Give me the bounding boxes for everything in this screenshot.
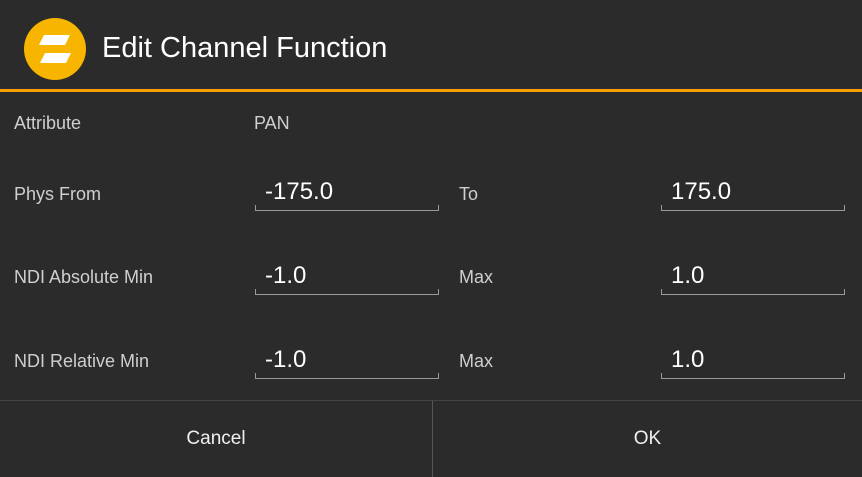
ok-button[interactable]: OK bbox=[433, 401, 862, 477]
attribute-value: PAN bbox=[254, 113, 290, 133]
ndi-absolute-min-value: -1.0 bbox=[265, 262, 307, 289]
phys-to-value: 175.0 bbox=[671, 178, 732, 205]
attribute-label: Attribute bbox=[14, 113, 82, 133]
dialog-title: Edit Channel Function bbox=[102, 32, 388, 64]
ndi-relative-min-input[interactable]: -1.0 bbox=[255, 343, 439, 379]
ndi-relative-max-input[interactable]: 1.0 bbox=[661, 343, 845, 379]
ndi-absolute-max-input[interactable]: 1.0 bbox=[661, 259, 845, 295]
ndi-absolute-min-label: NDI Absolute Min bbox=[14, 267, 154, 287]
ndi-relative-min-value: -1.0 bbox=[265, 346, 307, 373]
phys-from-input[interactable]: -175.0 bbox=[255, 175, 439, 211]
dialog-header: Edit Channel Function bbox=[0, 0, 862, 92]
app-logo-icon bbox=[24, 18, 86, 80]
ndi-absolute-max-label: Max bbox=[459, 267, 494, 287]
ndi-absolute-max-value: 1.0 bbox=[671, 262, 705, 289]
ndi-relative-max-value: 1.0 bbox=[671, 346, 705, 373]
ndi-absolute-min-input[interactable]: -1.0 bbox=[255, 259, 439, 295]
dialog-footer: Cancel OK bbox=[0, 400, 862, 477]
phys-to-label: To bbox=[459, 184, 479, 204]
cancel-button[interactable]: Cancel bbox=[0, 401, 432, 477]
phys-to-input[interactable]: 175.0 bbox=[661, 175, 845, 211]
ndi-relative-max-label: Max bbox=[459, 351, 494, 371]
edit-channel-function-dialog: Edit Channel Function Attribute PAN Phys… bbox=[0, 0, 862, 477]
phys-from-value: -175.0 bbox=[265, 178, 334, 205]
ndi-relative-min-label: NDI Relative Min bbox=[14, 351, 150, 371]
phys-from-label: Phys From bbox=[14, 184, 102, 204]
